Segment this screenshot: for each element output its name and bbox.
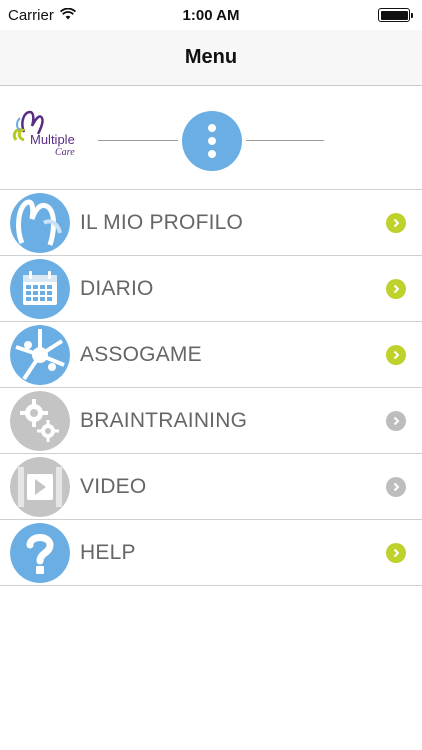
menu-item-profilo[interactable]: IL MIO PROFILO bbox=[0, 190, 422, 256]
page-title: Menu bbox=[184, 46, 238, 68]
status-left: Carrier bbox=[8, 7, 76, 24]
logo-text-multiple: Multiple bbox=[30, 132, 75, 147]
header-area: Multiple Care bbox=[0, 86, 422, 190]
profile-icon bbox=[10, 193, 70, 253]
help-icon bbox=[10, 523, 70, 583]
status-bar: Carrier 1:00 AM bbox=[0, 0, 422, 30]
chevron-right-icon bbox=[386, 542, 406, 563]
menu-item-video[interactable]: VIDEO bbox=[0, 454, 422, 520]
game-icon bbox=[10, 325, 70, 385]
menu-item-label: DIARIO bbox=[80, 276, 154, 300]
wifi-icon bbox=[59, 7, 76, 24]
battery-icon bbox=[378, 8, 413, 22]
more-vertical-icon-dot bbox=[208, 137, 216, 145]
chevron-right-icon bbox=[386, 212, 406, 233]
carrier-label: Carrier bbox=[8, 6, 54, 24]
gears-icon bbox=[10, 391, 70, 451]
more-vertical-icon-dot bbox=[208, 150, 216, 158]
menu-item-label: VIDEO bbox=[80, 474, 147, 498]
menu-item-assogame[interactable]: ASSOGAME bbox=[0, 322, 422, 388]
menu-item-label: BRAINTRAINING bbox=[80, 408, 248, 432]
calendar-icon bbox=[10, 259, 70, 319]
menu-item-diario[interactable]: DIARIO bbox=[0, 256, 422, 322]
divider-line-right bbox=[246, 140, 324, 141]
chevron-right-icon bbox=[386, 344, 406, 365]
battery-fill bbox=[380, 10, 408, 20]
menu-list: IL MIO PROFILO DIARIO ASSOGAME BRAINTRAI… bbox=[0, 190, 422, 586]
multiple-care-logo: Multiple Care bbox=[10, 100, 90, 158]
video-play-icon bbox=[10, 457, 70, 517]
menu-item-braintraining[interactable]: BRAINTRAINING bbox=[0, 388, 422, 454]
chevron-right-icon bbox=[386, 278, 406, 299]
more-menu-button[interactable] bbox=[182, 111, 242, 171]
logo-text-care: Care bbox=[55, 147, 75, 158]
menu-item-label: IL MIO PROFILO bbox=[80, 210, 244, 234]
more-vertical-icon bbox=[208, 124, 216, 132]
navigation-bar: Menu bbox=[0, 30, 422, 86]
menu-item-label: HELP bbox=[80, 540, 136, 564]
chevron-right-icon bbox=[386, 410, 406, 431]
divider-line-left bbox=[98, 140, 178, 141]
menu-item-label: ASSOGAME bbox=[80, 342, 202, 366]
menu-item-help[interactable]: HELP bbox=[0, 520, 422, 586]
logo-mark bbox=[12, 110, 44, 142]
chevron-right-icon bbox=[386, 476, 406, 497]
